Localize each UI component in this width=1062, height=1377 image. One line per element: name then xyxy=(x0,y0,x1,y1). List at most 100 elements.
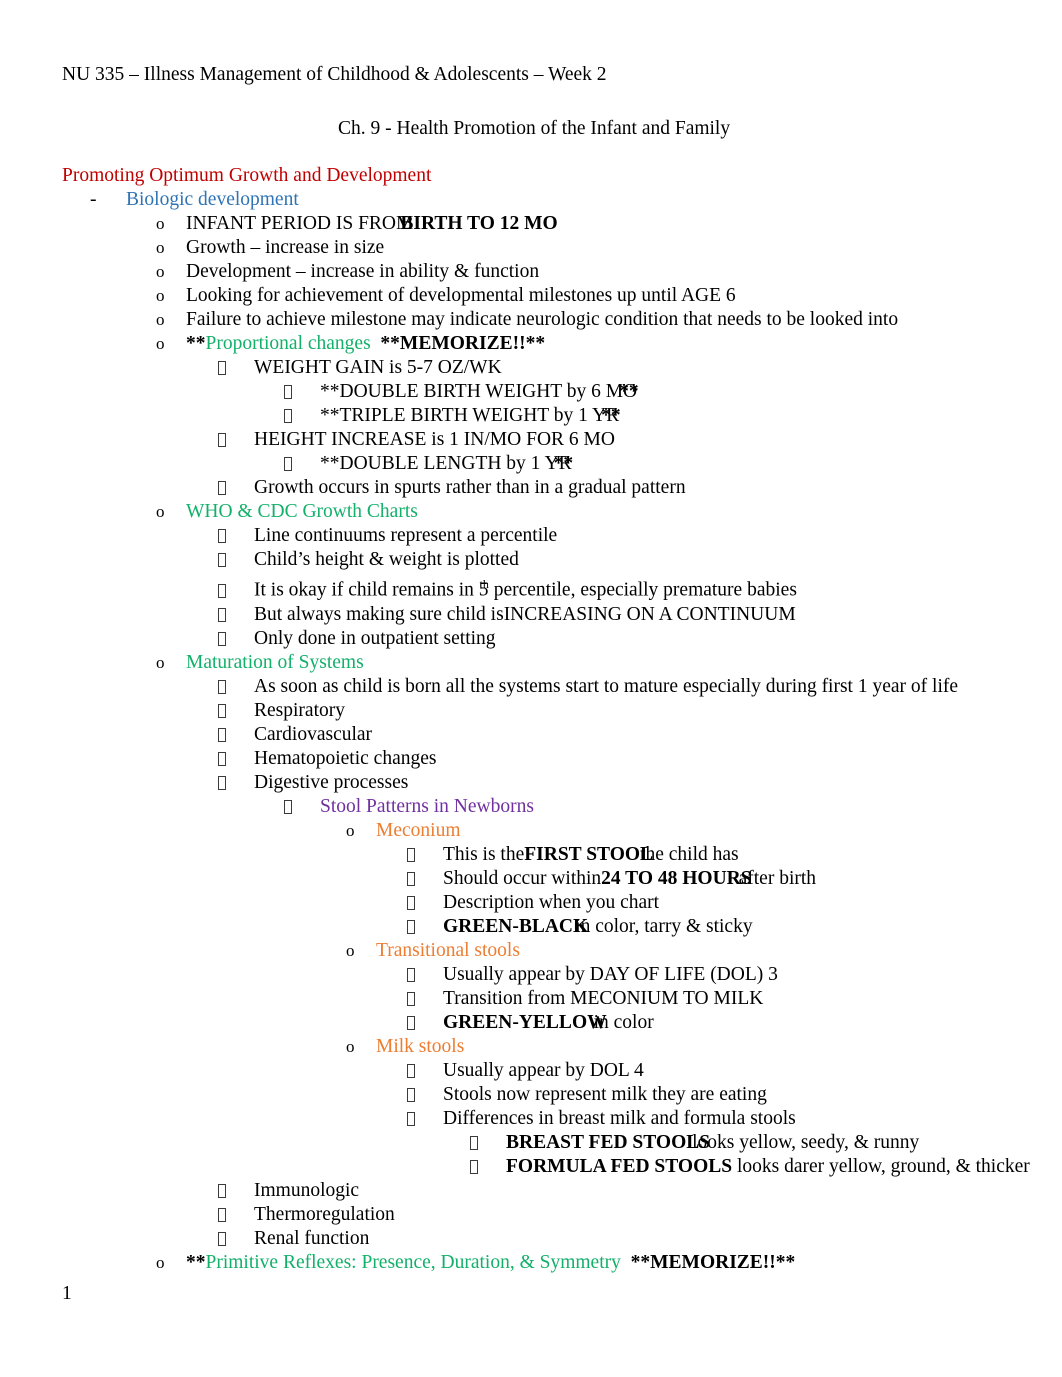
list-item-milk-differences: Differences in breast milk and formula s… xyxy=(62,1107,1000,1131)
double-birth-weight-main: **DOUBLE BIRTH WEIGHT by 6 MO xyxy=(320,381,638,402)
square-bullet-icon xyxy=(407,1107,443,1131)
cardiovascular-text: Cardiovascular xyxy=(254,723,373,745)
square-bullet-icon xyxy=(218,476,254,500)
triple-birth-weight-stars: ** xyxy=(601,405,621,426)
square-bullet-icon xyxy=(218,356,254,380)
line-continuums-text: Line continuums represent a percentile xyxy=(254,525,558,546)
square-bullet-icon xyxy=(284,452,320,476)
list-item-height-increase: HEIGHT INCREASE is 1 IN/MO FOR 6 MO xyxy=(62,428,1000,452)
list-item-respiratory: Respiratory xyxy=(62,699,1000,723)
formula-fed-text: FORMULA FED STOOLS looks darer yellow, g… xyxy=(506,1155,1030,1179)
renal-function-text: Renal function xyxy=(254,1227,370,1249)
breast-fed-text: BREAST FED STOOLSlooks yellow, seedy, & … xyxy=(506,1131,919,1155)
systems-mature-text: As soon as child is born all the systems… xyxy=(254,675,959,697)
list-item-weight-gain: WEIGHT GAIN is 5-7 OZ/WK xyxy=(62,356,1000,380)
proportional-changes-text: **Proportional changes **MEMORIZE!!** xyxy=(186,332,545,356)
list-item-continuum: But always making sure child isINCREASIN… xyxy=(62,603,1000,627)
list-item-proportional-changes: o **Proportional changes **MEMORIZE!!** xyxy=(62,332,1000,356)
list-item-maturation-heading: o Maturation of Systems xyxy=(62,651,1000,675)
square-bullet-icon xyxy=(407,1059,443,1083)
list-item-primitive-reflexes: o **Primitive Reflexes: Presence, Durati… xyxy=(62,1251,1000,1275)
page-number: 1 xyxy=(62,1283,72,1304)
hours-text: Should occur within24 TO 48 HOURSafter b… xyxy=(443,867,816,891)
transitional-dol3-text: Usually appear by DAY OF LIFE (DOL) 3 xyxy=(443,963,778,985)
list-item-transitional-heading: o Transitional stools xyxy=(62,939,1000,963)
stool-patterns-heading: Stool Patterns in Newborns xyxy=(320,795,534,817)
milk-represent-text: Stools now represent milk they are eatin… xyxy=(443,1083,767,1105)
list-item-milestones: o Looking for achievement of development… xyxy=(62,284,1000,308)
square-bullet-icon xyxy=(218,548,254,572)
list-item-failure: o Failure to achieve milestone may indic… xyxy=(62,308,1000,332)
primitive-reflexes-label: Primitive Reflexes: Presence, Duration, … xyxy=(205,1251,621,1273)
list-item-first-stool: This is theFIRST STOOLthe child has xyxy=(62,843,1000,867)
section-title: Promoting Optimum Growth and Development xyxy=(62,165,432,186)
list-item-outpatient: Only done in outpatient setting xyxy=(62,627,1000,651)
square-bullet-icon xyxy=(407,1083,443,1107)
o-marker: o xyxy=(156,310,165,329)
list-item-hours: Should occur within24 TO 48 HOURSafter b… xyxy=(62,867,1000,891)
percentile-text: It is okay if child remains in 5th perce… xyxy=(254,572,797,603)
thermoregulation-text: Thermoregulation xyxy=(254,1203,395,1225)
dash-marker: - xyxy=(90,189,97,210)
square-bullet-icon xyxy=(218,747,254,771)
maturation-heading: Maturation of Systems xyxy=(186,651,364,673)
transitional-heading: Transitional stools xyxy=(376,939,520,961)
respiratory-text: Respiratory xyxy=(254,699,345,721)
o-marker: o xyxy=(156,214,165,233)
formula-fed-bold: FORMULA FED STOOLS xyxy=(506,1155,733,1177)
square-bullet-icon xyxy=(218,699,254,723)
square-bullet-icon xyxy=(284,404,320,428)
percentile-pre: It is okay if child remains in 5 xyxy=(254,579,489,601)
list-item-biologic-development: - Biologic development xyxy=(62,188,1000,212)
formula-fed-post: looks darer yellow, ground, & thicker xyxy=(732,1155,1030,1177)
transition-milk-text: Transition from MECONIUM TO MILK xyxy=(443,987,764,1009)
list-item-line-continuums: Line continuums represent a percentile xyxy=(62,524,1000,548)
square-bullet-icon xyxy=(407,987,443,1011)
o-marker: o xyxy=(156,502,165,521)
o-marker: o xyxy=(156,1252,165,1272)
list-item-growth-spurts: Growth occurs in spurts rather than in a… xyxy=(62,476,1000,500)
square-bullet-icon xyxy=(407,963,443,987)
square-bullet-icon xyxy=(407,891,443,915)
document-subtitle: Ch. 9 - Health Promotion of the Infant a… xyxy=(338,118,731,139)
square-bullet-icon xyxy=(470,1131,506,1155)
square-bullet-icon xyxy=(407,915,443,939)
continuum-text: But always making sure child isINCREASIN… xyxy=(254,603,796,627)
meconium-heading: Meconium xyxy=(376,819,461,841)
growth-text: Growth – increase in size xyxy=(186,237,385,258)
breast-fed-bold: BREAST FED STOOLS xyxy=(506,1131,711,1153)
continuum-bold: INCREASING ON A CONTINUUM xyxy=(503,603,796,625)
o-marker: o xyxy=(156,262,165,281)
square-bullet-icon xyxy=(284,795,320,819)
infant-period-bold: BIRTH TO 12 MO xyxy=(400,213,558,234)
square-bullet-icon xyxy=(218,1227,254,1251)
height-increase-text: HEIGHT INCREASE is 1 IN/MO FOR 6 MO xyxy=(254,429,615,450)
primitive-reflexes-stars: ** xyxy=(186,1251,206,1273)
list-item-hematopoietic: Hematopoietic changes xyxy=(62,747,1000,771)
list-item-digestive: Digestive processes xyxy=(62,771,1000,795)
description-chart-text: Description when you chart xyxy=(443,891,660,913)
transitional-color-text: GREEN-YELLOWin color xyxy=(443,1011,654,1035)
square-bullet-icon xyxy=(218,675,254,699)
list-item-milk-represent: Stools now represent milk they are eatin… xyxy=(62,1083,1000,1107)
percentile-superscript: th xyxy=(479,577,489,591)
milk-heading: Milk stools xyxy=(376,1035,465,1057)
double-length-text: **DOUBLE LENGTH by 1 YR** xyxy=(320,452,573,476)
meconium-color-bold: GREEN-BLACK xyxy=(443,915,589,937)
square-bullet-icon xyxy=(407,867,443,891)
square-bullet-icon xyxy=(218,771,254,795)
list-item-height-weight-plotted: Child’s height & weight is plotted xyxy=(62,548,1000,572)
list-item-description-chart: Description when you chart xyxy=(62,891,1000,915)
o-marker: o xyxy=(156,238,165,257)
square-bullet-icon xyxy=(218,603,254,627)
meconium-color-text: GREEN-BLACKin color, tarry & sticky xyxy=(443,915,753,939)
transitional-color-bold: GREEN-YELLOW xyxy=(443,1011,607,1033)
list-item-immunologic: Immunologic xyxy=(62,1179,1000,1203)
triple-birth-weight-text: **TRIPLE BIRTH WEIGHT by 1 YR** xyxy=(320,404,621,428)
square-bullet-icon xyxy=(218,1203,254,1227)
first-stool-pre: This is the xyxy=(443,843,525,865)
o-marker: o xyxy=(346,940,355,960)
square-bullet-icon xyxy=(218,524,254,548)
immunologic-text: Immunologic xyxy=(254,1179,360,1201)
square-bullet-icon xyxy=(218,579,254,603)
